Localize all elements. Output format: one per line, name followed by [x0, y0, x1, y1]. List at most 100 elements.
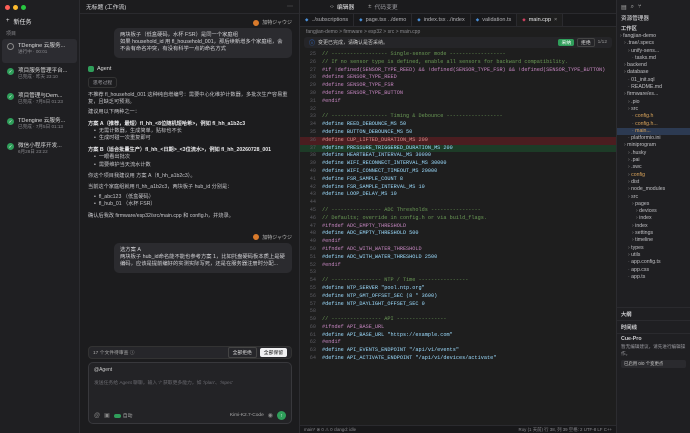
avatar	[253, 19, 260, 26]
new-task-button[interactable]: + 新任务	[0, 14, 79, 28]
image-icon[interactable]: ▣	[104, 412, 110, 419]
folder-item[interactable]: › .pai	[617, 157, 690, 164]
folder-item[interactable]: › devices	[617, 208, 690, 215]
attach-icon[interactable]: @	[94, 413, 100, 419]
bullet-icon: •	[94, 135, 96, 142]
folder-item[interactable]: › settings	[617, 230, 690, 237]
file-item[interactable]: · app.config.ts	[617, 259, 690, 266]
line-number: 27	[309, 66, 316, 73]
tree-item-label: settings	[635, 230, 654, 237]
folder-item[interactable]: › pages	[617, 201, 690, 208]
code-area[interactable]: 25 // ------------------ Single-sensor mo…	[300, 51, 616, 417]
line-number: 42	[309, 183, 316, 190]
folder-item[interactable]: › src	[617, 194, 690, 201]
folder-item[interactable]: › firmware/es...	[617, 91, 690, 98]
file-icon: ◆	[417, 17, 421, 22]
file-tab[interactable]: ◆ main.cpp ×	[517, 14, 564, 26]
accept-button[interactable]: 采纳	[558, 39, 575, 46]
folder-item[interactable]: › miniprogram	[617, 142, 690, 149]
folder-item[interactable]: › backend	[617, 62, 690, 69]
folder-item[interactable]: › .trae/.specs	[617, 40, 690, 47]
line-number: 61	[309, 331, 316, 338]
file-item[interactable]: · main...	[617, 127, 690, 136]
folder-item[interactable]: › src	[617, 106, 690, 113]
folder-item[interactable]: › .husky	[617, 150, 690, 157]
folder-item[interactable]: › fangjian-demo	[617, 33, 690, 40]
agent-paragraph: 当前这个家庭组就用 fl_hh_a1b2c3，两块板子 hub_id 分别是：	[88, 184, 233, 191]
file-tabs: ◆ ../subscriptions ◆ page.tsx ../demo ◆ index…	[300, 14, 616, 27]
file-item[interactable]: · config.h...	[617, 121, 690, 128]
reject-all-button[interactable]: 全部拒绝	[227, 347, 257, 358]
line-number: 55	[309, 284, 316, 291]
folder-item[interactable]: › index	[617, 215, 690, 222]
close-icon[interactable]: ×	[554, 17, 557, 23]
mode-toggle[interactable]: 自动	[113, 412, 132, 419]
folder-item[interactable]: › utils	[617, 252, 690, 259]
line-number: 56	[309, 292, 316, 299]
more-options-icon[interactable]: ⋯	[287, 3, 293, 10]
folder-item[interactable]: › .swc	[617, 164, 690, 171]
folder-item[interactable]: › config	[617, 172, 690, 179]
thinking-toggle[interactable]: 思考过程	[88, 76, 118, 88]
folder-item[interactable]: › index	[617, 223, 690, 230]
timeline-section[interactable]: 时间线	[617, 320, 690, 333]
mic-icon[interactable]: ◉	[268, 412, 273, 419]
tab-editor[interactable]: ‹› 编辑器	[330, 2, 354, 12]
folder-item[interactable]: › dist	[617, 179, 690, 186]
file-tab[interactable]: ◆ ../subscriptions	[300, 14, 355, 26]
file-item[interactable]: · app.ts	[617, 274, 690, 281]
task-status: 已完成 · 昨天 23:10	[18, 74, 58, 79]
folder-item[interactable]: › database	[617, 69, 690, 76]
cue-status-button[interactable]: 已启用 0/0 个变更点	[621, 360, 686, 368]
code-line: 34 #define REED_DEBOUNCE_MS 50	[300, 121, 616, 129]
keep-all-button[interactable]: 全部保留	[259, 348, 287, 357]
agent-tag[interactable]: @Agent	[94, 367, 112, 373]
search-icon[interactable]: ⌕	[631, 4, 634, 11]
file-tab[interactable]: ◆ validation.ts	[471, 14, 518, 26]
file-tab[interactable]: ◆ page.tsx ../demo	[354, 14, 413, 26]
tree-item-label: .husky	[631, 149, 647, 156]
pending-files-count[interactable]: 17 个文件待审查 ⓘ	[93, 349, 135, 356]
file-item[interactable]: · tasks.md	[617, 55, 690, 62]
outline-section[interactable]: 大纲	[617, 307, 690, 320]
chat-messages: 加特ジャウジ 两块板子（低盒硬码，水杯 FSR）是同一个家庭组 如果 house…	[80, 16, 300, 352]
file-item[interactable]: · app.css	[617, 267, 690, 274]
folder-item[interactable]: › unify-sens...	[617, 48, 690, 55]
task-list: TDengine 云服务... 进行中 · 00:01 ✓ 项目服务管理平台... 已完…	[0, 39, 79, 163]
check-icon: ✓	[7, 118, 14, 125]
folder-item[interactable]: › timeline	[617, 237, 690, 244]
send-button[interactable]: ↑	[277, 411, 286, 420]
tree-item-label: app.config.ts	[631, 259, 661, 266]
sidebar-task-item[interactable]: ✓ 项目服务管理平台... 已完成 · 昨天 23:10	[2, 64, 77, 88]
close-window-button[interactable]	[5, 4, 10, 10]
bullet-icon: •	[94, 127, 96, 134]
file-item[interactable]: · config.h	[617, 113, 690, 120]
model-selector[interactable]: Kimi-K2.7-Code	[230, 413, 264, 418]
sidebar-task-item[interactable]: ✓ TDengine 云服务... 已完成 · 7月5日 01:13	[2, 114, 77, 138]
code-editor: ‹› 编辑器 ± 代码变更 ◆ ../subscriptions ◆ page.tsx .…	[300, 0, 616, 433]
file-tab-label: ../subscriptions	[311, 17, 349, 23]
file-item[interactable]: · README.md	[617, 84, 690, 91]
file-item[interactable]: · platformio.ini	[617, 135, 690, 142]
tree-item-label: types	[631, 244, 644, 251]
file-tab[interactable]: ◆ index.tsx ../index	[412, 14, 471, 26]
branch-icon[interactable]: ⑂	[638, 4, 642, 10]
minimize-window-button[interactable]	[13, 4, 18, 10]
tab-changes[interactable]: ± 代码变更	[368, 2, 398, 12]
chat-input[interactable]: 发送任务给 Agent 聊聊，输入 '/' 获取更多能力，如 '/plan'、'…	[94, 379, 288, 386]
reject-button[interactable]: 拒绝	[577, 38, 595, 47]
sidebar-task-item[interactable]: TDengine 云服务... 进行中 · 00:01	[2, 39, 77, 63]
files-icon[interactable]: ▤	[621, 4, 627, 11]
maximize-window-button[interactable]	[21, 4, 26, 10]
workspace-section[interactable]: 工作区	[617, 24, 690, 33]
tab-changes-label: 代码变更	[374, 5, 398, 11]
code-text: // ---------------- ADC Thresholds -----…	[322, 206, 481, 213]
sidebar-task-item[interactable]: ✓ 项目管理与Dem... 已完成 · 7月5日 01:23	[2, 89, 77, 113]
folder-item[interactable]: › .pio	[617, 99, 690, 106]
sidebar-task-item[interactable]: ✓ 微信小程序开发... 6月28日 23:22	[2, 139, 77, 163]
folder-item[interactable]: › node_modules	[617, 186, 690, 193]
list-item-text: fl_hub_01 （水杯 FSR）	[98, 201, 156, 208]
list-item: • 生成时碰一次重复即可	[88, 135, 292, 143]
file-item[interactable]: · 01_init.sql	[617, 77, 690, 84]
folder-item[interactable]: › types	[617, 245, 690, 252]
